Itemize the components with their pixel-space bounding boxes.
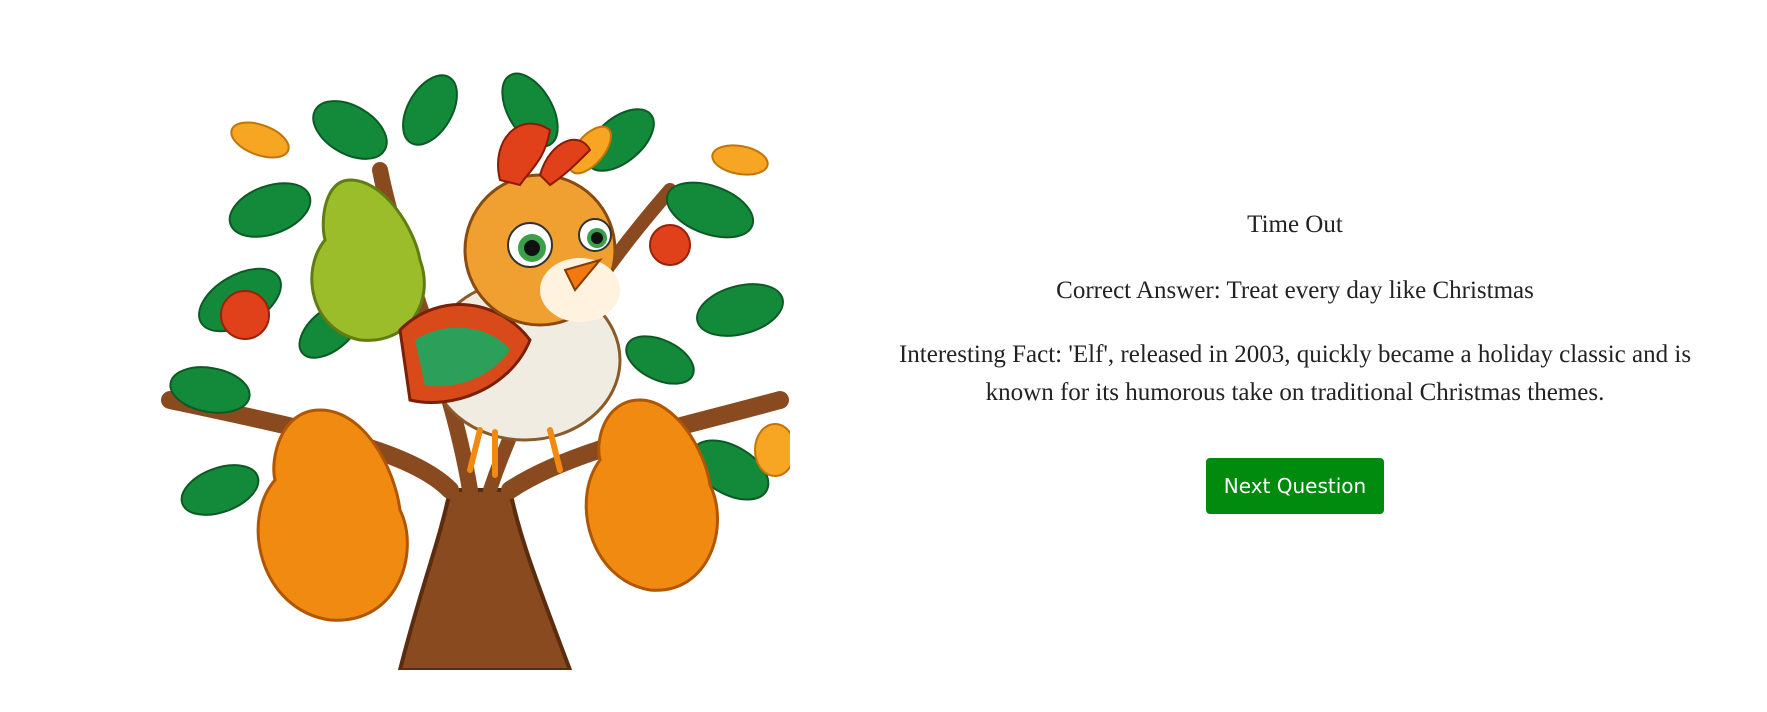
quiz-result-screen: Time Out Correct Answer: Treat every day… xyxy=(0,0,1767,712)
correct-answer-text: Correct Answer: Treat every day like Chr… xyxy=(1056,277,1534,304)
result-status: Time Out xyxy=(1247,211,1343,238)
result-panel: Time Out Correct Answer: Treat every day… xyxy=(870,210,1720,514)
next-question-button[interactable]: Next Question xyxy=(1206,458,1384,514)
partridge-pear-tree-icon xyxy=(161,72,790,670)
partridge-pear-tree-illustration xyxy=(150,70,790,670)
interesting-fact-text: Interesting Fact: 'Elf', released in 200… xyxy=(898,341,1692,406)
